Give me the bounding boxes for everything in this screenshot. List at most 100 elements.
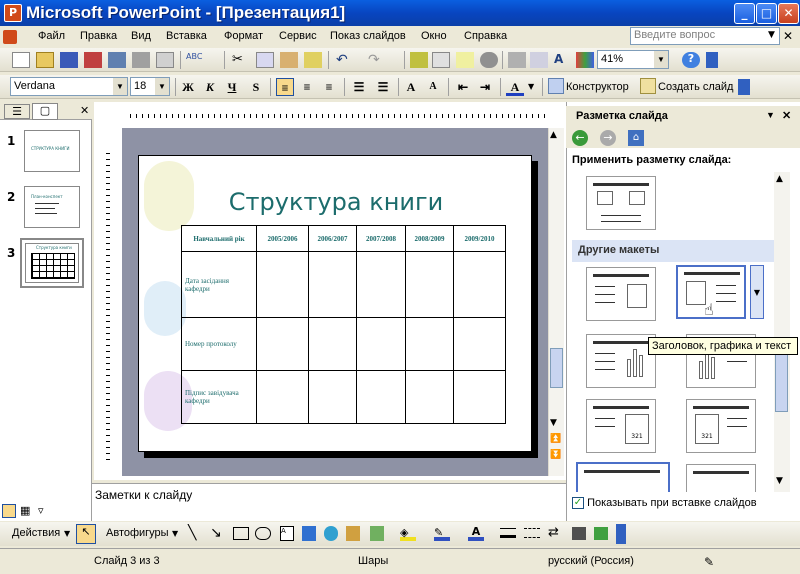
expand-icon[interactable]	[508, 52, 526, 68]
picture-icon[interactable]	[370, 526, 384, 541]
diagram-icon[interactable]	[324, 526, 338, 541]
arrow-style-icon[interactable]: ⇄	[548, 525, 559, 540]
cut-icon[interactable]: ✂	[232, 52, 250, 68]
line-style-icon[interactable]	[500, 528, 516, 538]
help-search-input[interactable]: Введите вопрос	[630, 27, 780, 45]
app-menu-icon[interactable]	[3, 30, 17, 44]
numbering-icon[interactable]: ☰	[350, 78, 368, 96]
actions-menu[interactable]: Действия	[12, 527, 60, 539]
pane-close-icon[interactable]: ✕	[80, 104, 89, 117]
textbox-icon[interactable]: A	[280, 526, 294, 541]
redo-icon[interactable]: ↷	[368, 52, 386, 68]
select-pointer-icon[interactable]: ↖	[76, 524, 96, 544]
new-slide-icon[interactable]	[640, 78, 656, 94]
drawing-options-icon[interactable]	[616, 524, 626, 544]
shadow-style-icon[interactable]	[572, 527, 586, 540]
outline-tab[interactable]: ☰	[4, 104, 30, 119]
menu-view[interactable]: Вид	[131, 30, 151, 42]
prev-slide-icon[interactable]: ⏫	[550, 434, 561, 444]
wordart-icon[interactable]	[302, 526, 316, 541]
autoshapes-dropdown-icon[interactable]: ▼	[172, 529, 178, 538]
autoshapes-menu[interactable]: Автофигуры	[106, 527, 169, 539]
zoom-dropdown-icon[interactable]: ▼	[654, 51, 668, 68]
task-pane-scrollbar[interactable]: ▲ ▼	[774, 172, 790, 492]
copy-icon[interactable]	[256, 52, 274, 68]
toolbar-options-icon[interactable]	[706, 52, 718, 68]
shadow-button[interactable]: S	[247, 78, 265, 96]
menu-slideshow[interactable]: Показ слайдов	[330, 30, 406, 42]
slide-title[interactable]: Структура книги	[139, 188, 531, 216]
permission-icon[interactable]	[84, 52, 102, 68]
decrease-font-icon[interactable]: A	[424, 78, 442, 96]
help-icon[interactable]: ?	[682, 52, 700, 68]
layout-thumb[interactable]	[586, 176, 656, 230]
slide-table[interactable]: Навчальний рік 2005/2006 2006/2007 2007/…	[181, 225, 506, 424]
show-formatting-icon[interactable]: A	[554, 52, 572, 68]
scroll-down-icon[interactable]: ▼	[550, 418, 557, 428]
align-center-icon[interactable]: ≡	[298, 78, 316, 96]
new-slide-button[interactable]: Создать слайд	[658, 81, 733, 93]
tp-scroll-down-icon[interactable]: ▼	[776, 476, 783, 486]
layout-thumb[interactable]	[686, 464, 756, 492]
menu-window[interactable]: Окно	[421, 30, 447, 42]
spelling-icon[interactable]: ABC	[186, 52, 204, 68]
layout-thumb[interactable]	[576, 462, 670, 492]
actions-dropdown-icon[interactable]: ▼	[64, 529, 70, 538]
paste-icon[interactable]	[280, 52, 298, 68]
checkbox-checked-icon[interactable]: ✓	[572, 497, 584, 510]
designer-icon[interactable]	[548, 78, 564, 94]
menu-file[interactable]: Файл	[38, 30, 65, 42]
slide-scrollbar[interactable]: ▲ ▼ ⏫ ⏬	[548, 128, 564, 476]
print-preview-icon[interactable]	[156, 52, 174, 68]
toolbar-options-icon-2[interactable]	[738, 79, 750, 95]
menu-close-icon[interactable]: ✕	[783, 29, 793, 43]
slide-thumbnail-2[interactable]: План-конспект	[24, 186, 80, 228]
open-icon[interactable]	[36, 52, 54, 68]
save-icon[interactable]	[60, 52, 78, 68]
designer-button[interactable]: Конструктор	[566, 81, 629, 93]
oval-icon[interactable]	[255, 527, 271, 540]
font-size-combo[interactable]: 18 ▼	[130, 77, 170, 96]
close-button[interactable]: ✕	[778, 3, 799, 24]
dash-style-icon[interactable]	[524, 528, 540, 538]
notes-pane[interactable]: Заметки к слайду	[92, 483, 566, 521]
arrow-icon[interactable]: ↘	[210, 525, 222, 541]
clipart-icon[interactable]	[346, 526, 360, 541]
fill-color-icon[interactable]: ◈	[400, 526, 416, 541]
hyperlink-icon[interactable]	[480, 52, 498, 68]
print-icon[interactable]	[132, 52, 150, 68]
bullets-icon[interactable]: ☰	[374, 78, 392, 96]
align-left-icon[interactable]: ≡	[276, 78, 294, 96]
tp-scroll-up-icon[interactable]: ▲	[776, 174, 783, 184]
font-size-dropdown-icon[interactable]: ▼	[155, 78, 169, 95]
layout-thumb[interactable]: 321	[686, 399, 756, 453]
zoom-combo[interactable]: 41% ▼	[597, 50, 669, 69]
slides-tab[interactable]: ▢	[32, 103, 58, 120]
task-pane-menu-icon[interactable]: ▼	[766, 110, 775, 120]
slideshow-view-icon[interactable]: ▿	[38, 504, 44, 517]
underline-button[interactable]: Ч	[223, 78, 241, 96]
layout-thumb[interactable]	[586, 267, 656, 321]
slide-canvas[interactable]: Структура книги Навчальний рік 2005/2006…	[138, 155, 532, 452]
chart-icon[interactable]	[410, 52, 428, 68]
rectangle-icon[interactable]	[233, 527, 249, 540]
tp-scroll-thumb[interactable]	[775, 352, 788, 412]
scroll-up-icon[interactable]: ▲	[550, 130, 557, 140]
menu-format[interactable]: Формат	[224, 30, 263, 42]
menu-insert[interactable]: Вставка	[166, 30, 207, 42]
slide-sorter-icon[interactable]: ▦	[20, 504, 30, 517]
drawing-font-color-icon[interactable]: A	[468, 525, 484, 541]
email-icon[interactable]	[108, 52, 126, 68]
format-painter-icon[interactable]	[304, 52, 322, 68]
grid-icon[interactable]	[530, 52, 548, 68]
undo-icon[interactable]: ↶	[336, 52, 354, 68]
home-icon[interactable]: ⌂	[628, 130, 644, 146]
scroll-thumb[interactable]	[550, 348, 563, 388]
font-color-dropdown-icon[interactable]: ▼	[528, 82, 534, 91]
3d-style-icon[interactable]	[594, 527, 608, 540]
layout-thumb[interactable]	[586, 334, 656, 388]
italic-button[interactable]: К	[201, 78, 219, 96]
menu-help[interactable]: Справка	[464, 30, 507, 42]
table-icon[interactable]	[432, 52, 450, 68]
menu-tools[interactable]: Сервис	[279, 30, 317, 42]
